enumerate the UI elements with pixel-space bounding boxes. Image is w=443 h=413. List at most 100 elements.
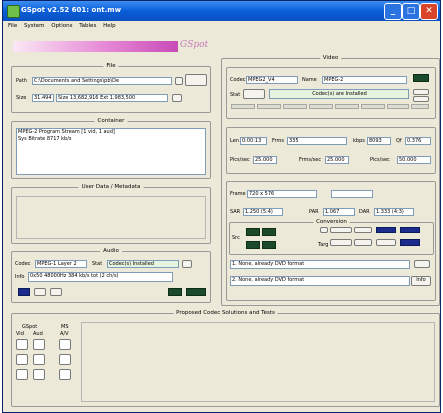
open-file-button[interactable] bbox=[185, 74, 207, 86]
user-data-box bbox=[16, 196, 206, 239]
video-option-3[interactable] bbox=[283, 104, 307, 109]
video-stat-small-button-1[interactable] bbox=[413, 89, 429, 95]
container-group: Container MPEG-2 Program Stream [1 vid, … bbox=[11, 118, 211, 179]
conv-src-btn-4[interactable] bbox=[376, 227, 396, 233]
video-option-1[interactable] bbox=[231, 104, 255, 109]
conv-src-btn-3[interactable] bbox=[354, 227, 372, 233]
audio-legend: Audio bbox=[100, 248, 122, 254]
container-line-1: MPEG-2 Program Stream [1 vid, 1 aud] bbox=[18, 129, 115, 135]
video-stat-button[interactable] bbox=[243, 89, 265, 99]
proposed-aud-label: Aud bbox=[33, 331, 43, 337]
container-info-box: MPEG-2 Program Stream [1 vid, 1 aud] Sys… bbox=[16, 128, 206, 175]
video-group: Video Codec MPEG2_V4 Name MPEG-2 Stat Co… bbox=[221, 55, 440, 306]
menu-bar: File System Options Tables Help bbox=[3, 21, 440, 32]
conv-targ-btn-1[interactable] bbox=[330, 239, 352, 246]
conv-src-btn-5[interactable] bbox=[400, 227, 420, 233]
gspot-vid-box-2[interactable] bbox=[16, 354, 28, 365]
len-field: 0:00:13 bbox=[240, 137, 267, 145]
ms-av-box-1[interactable] bbox=[59, 339, 71, 350]
recommendation-2: 2. None, already DVD format bbox=[230, 276, 410, 286]
menu-tables[interactable]: Tables bbox=[79, 21, 96, 32]
user-data-legend: User Data / Metadata bbox=[78, 184, 144, 190]
frms-label: Frms bbox=[272, 138, 284, 144]
video-stat-small-button-2[interactable] bbox=[413, 96, 429, 102]
ms-av-box-2[interactable] bbox=[59, 354, 71, 365]
conversion-subgroup: Conversion Src Targ bbox=[229, 219, 434, 255]
conv-dark-3[interactable] bbox=[246, 241, 260, 249]
video-stats-subgroup: Len 0:00:13 Frms 335 kbps 8093 Qf 0.376 … bbox=[226, 127, 436, 174]
video-option-7[interactable] bbox=[387, 104, 409, 109]
pics-sec2-field: 50.000 bbox=[397, 156, 431, 164]
file-legend: File bbox=[103, 63, 119, 69]
pics-sec-label: Pics/sec bbox=[230, 157, 250, 163]
ms-av-box-3[interactable] bbox=[59, 369, 71, 380]
src-label: Src bbox=[232, 235, 240, 241]
frms-sec-label: Frms/sec bbox=[299, 157, 322, 163]
gspot-vid-box-3[interactable] bbox=[16, 369, 28, 380]
proposed-av-label: A/V bbox=[60, 331, 69, 337]
audio-dark-button-1[interactable] bbox=[168, 288, 182, 296]
audio-stat-button[interactable] bbox=[182, 260, 192, 268]
menu-file[interactable]: File bbox=[8, 21, 17, 32]
video-option-4[interactable] bbox=[309, 104, 333, 109]
conv-targ-btn-4[interactable] bbox=[400, 239, 420, 246]
window-title: GSpot v2.52 601: ont.mw bbox=[21, 6, 122, 14]
app-icon bbox=[7, 5, 20, 18]
video-codec-label: Codec bbox=[230, 77, 246, 83]
recommendation-1: 1. None, already DVD format bbox=[230, 260, 410, 269]
frame-label: Frame bbox=[230, 191, 246, 197]
audio-info-field: 0x50 48000Hz 384 kb/s tot (2 ch/s) bbox=[28, 272, 173, 282]
gspot-vid-box-1[interactable] bbox=[16, 339, 28, 350]
video-stat-label: Stat bbox=[230, 92, 241, 98]
close-button[interactable]: ✕ bbox=[420, 3, 438, 20]
menu-options[interactable]: Options bbox=[51, 21, 72, 32]
video-option-8[interactable] bbox=[411, 104, 429, 109]
conv-dark-4[interactable] bbox=[262, 241, 276, 249]
conv-src-btn-1[interactable] bbox=[320, 227, 328, 233]
sar-label: SAR bbox=[230, 209, 241, 215]
par-label: PAR bbox=[309, 209, 319, 215]
minimize-button[interactable]: _ bbox=[384, 3, 402, 20]
rec-1-button[interactable] bbox=[414, 260, 430, 268]
conv-targ-btn-2[interactable] bbox=[354, 239, 372, 246]
proposed-ms-label: MS bbox=[61, 324, 69, 330]
info-button[interactable]: Info bbox=[411, 276, 431, 286]
audio-info-label: Info bbox=[15, 274, 25, 280]
audio-codec-label: Codec bbox=[15, 261, 31, 267]
gspot-aud-box-2[interactable] bbox=[33, 354, 45, 365]
video-frame-subgroup: Frame 720 x 576 SAR 1.250 (5:4) PAR 1.06… bbox=[226, 181, 436, 301]
maximize-button[interactable]: □ bbox=[402, 3, 420, 20]
dar-label: DAR bbox=[359, 209, 370, 215]
menu-help[interactable]: Help bbox=[103, 21, 116, 32]
gspot-aud-box-3[interactable] bbox=[33, 369, 45, 380]
audio-small-button-2[interactable] bbox=[50, 288, 62, 296]
size-button[interactable] bbox=[172, 94, 182, 102]
dar-field: 1.333 (4:3) bbox=[374, 208, 414, 216]
audio-small-button-1[interactable] bbox=[34, 288, 46, 296]
path-field[interactable]: C:\Documents and Settings\pb\De bbox=[32, 77, 172, 85]
video-name-label: Name bbox=[302, 77, 317, 83]
audio-stat-field: Codec(s) Installed bbox=[107, 260, 179, 268]
conv-dark-1[interactable] bbox=[246, 228, 260, 236]
video-option-5[interactable] bbox=[335, 104, 359, 109]
conv-dark-2[interactable] bbox=[262, 228, 276, 236]
proposed-vid-label: Vid bbox=[16, 331, 24, 337]
video-codec-subgroup: Codec MPEG2_V4 Name MPEG-2 Stat Codec(s)… bbox=[226, 67, 436, 119]
conv-targ-btn-3[interactable] bbox=[376, 239, 396, 246]
video-legend: Video bbox=[319, 55, 342, 61]
video-codec-indicator bbox=[413, 74, 429, 82]
gspot-aud-box-1[interactable] bbox=[33, 339, 45, 350]
video-stat-field: Codec(s) are Installed bbox=[269, 89, 409, 99]
qf-field: 0.376 bbox=[405, 137, 431, 145]
conv-src-btn-2[interactable] bbox=[330, 227, 352, 233]
frms-field: 335 bbox=[287, 137, 347, 145]
frame-field: 720 x 576 bbox=[247, 190, 317, 198]
frame-extra-field bbox=[331, 190, 373, 198]
audio-dark-button-2[interactable] bbox=[186, 288, 206, 296]
path-dots-button[interactable] bbox=[175, 77, 183, 85]
len-label: Len bbox=[230, 138, 239, 144]
menu-system[interactable]: System bbox=[24, 21, 45, 32]
video-option-6[interactable] bbox=[361, 104, 385, 109]
video-option-2[interactable] bbox=[257, 104, 281, 109]
targ-label: Targ bbox=[318, 242, 329, 248]
